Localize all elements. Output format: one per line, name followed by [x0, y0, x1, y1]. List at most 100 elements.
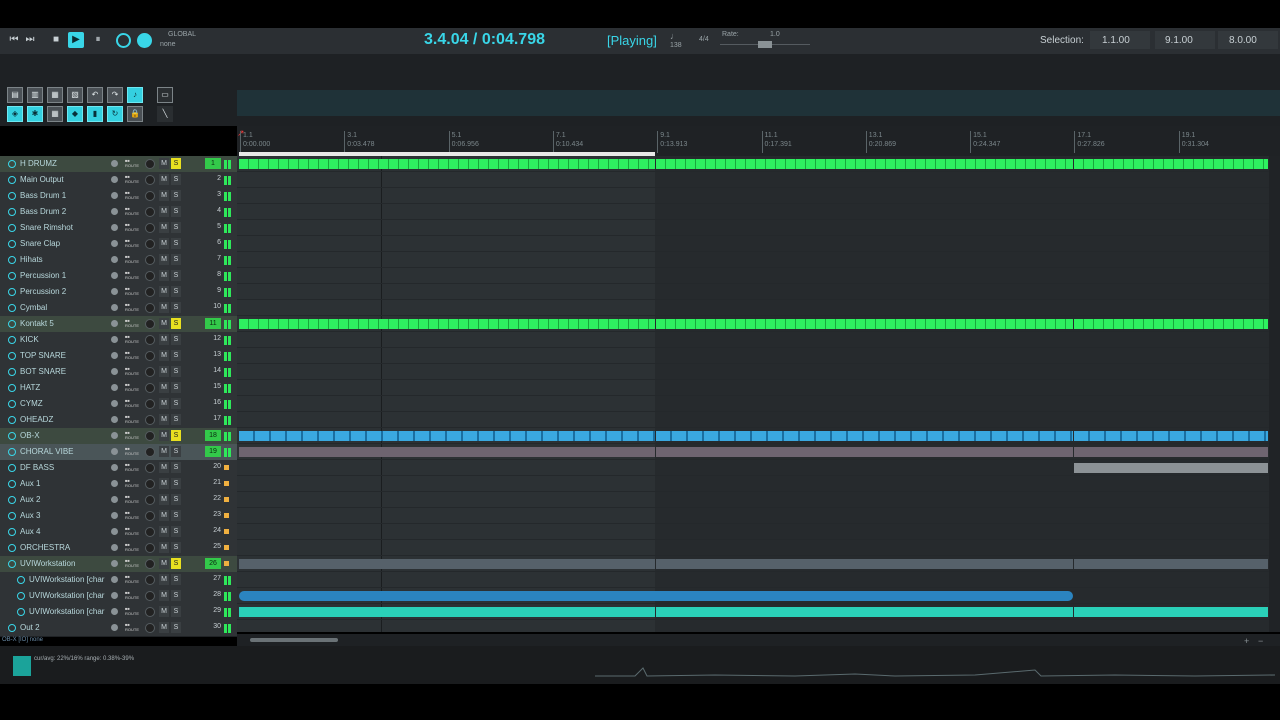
- mute-button[interactable]: M: [159, 222, 169, 233]
- volume-knob[interactable]: [111, 592, 118, 599]
- solo-button[interactable]: S: [171, 270, 181, 281]
- track-lane[interactable]: [237, 348, 1269, 364]
- ruler-marker[interactable]: 7.1 0:10.434: [552, 131, 583, 153]
- route-button[interactable]: ■■ ROUTE: [125, 542, 139, 554]
- media-item[interactable]: [239, 447, 655, 457]
- route-button[interactable]: ■■ ROUTE: [125, 174, 139, 186]
- record-arm-icon[interactable]: [145, 463, 155, 473]
- solo-button[interactable]: S: [171, 318, 181, 329]
- track-power-icon[interactable]: [17, 592, 25, 600]
- route-button[interactable]: ■■ ROUTE: [125, 350, 139, 362]
- route-button[interactable]: ■■ ROUTE: [125, 462, 139, 474]
- route-button[interactable]: ■■ ROUTE: [125, 286, 139, 298]
- track-name[interactable]: OHEADZ: [20, 415, 108, 424]
- lock-icon[interactable]: 🔒: [127, 106, 143, 122]
- mute-button[interactable]: M: [159, 334, 169, 345]
- track-power-icon[interactable]: [8, 192, 16, 200]
- record-arm-icon[interactable]: [145, 335, 155, 345]
- solo-button[interactable]: S: [171, 462, 181, 473]
- track-row[interactable]: Main Output ■■ ROUTE M S 2: [0, 172, 237, 189]
- route-button[interactable]: ■■ ROUTE: [125, 190, 139, 202]
- global-value[interactable]: none: [160, 41, 176, 48]
- undo-icon[interactable]: ↶: [87, 87, 103, 103]
- snap-icon[interactable]: ◈: [7, 106, 23, 122]
- track-row[interactable]: Snare Clap ■■ ROUTE M S 6: [0, 236, 237, 253]
- track-row[interactable]: Bass Drum 1 ■■ ROUTE M S 3: [0, 188, 237, 205]
- volume-knob[interactable]: [111, 192, 118, 199]
- volume-knob[interactable]: [111, 496, 118, 503]
- bpm-value[interactable]: 138: [670, 42, 682, 49]
- track-name[interactable]: UVIWorkstation: [20, 559, 108, 568]
- track-name[interactable]: Aux 1: [20, 479, 108, 488]
- open-project-icon[interactable]: ▥: [27, 87, 43, 103]
- track-power-icon[interactable]: [8, 160, 16, 168]
- mute-button[interactable]: M: [159, 478, 169, 489]
- save-icon[interactable]: ▦: [47, 87, 63, 103]
- track-name[interactable]: ORCHESTRA: [20, 543, 108, 552]
- volume-knob[interactable]: [111, 304, 118, 311]
- track-row[interactable]: UVIWorkstation [char ■■ ROUTE M S 28: [0, 588, 237, 605]
- track-power-icon[interactable]: [8, 544, 16, 552]
- media-item[interactable]: [656, 447, 1073, 457]
- mute-button[interactable]: M: [159, 494, 169, 505]
- track-power-icon[interactable]: [8, 352, 16, 360]
- ruler-marker[interactable]: 11.1 0:17.391: [761, 131, 792, 153]
- ripple-edit-icon[interactable]: ✱: [27, 106, 43, 122]
- track-row[interactable]: Aux 2 ■■ ROUTE M S 22: [0, 492, 237, 509]
- mute-button[interactable]: M: [159, 542, 169, 553]
- media-item[interactable]: [239, 159, 655, 169]
- track-name[interactable]: OB-X: [20, 431, 108, 440]
- route-button[interactable]: ■■ ROUTE: [125, 510, 139, 522]
- track-row[interactable]: Cymbal ■■ ROUTE M S 10: [0, 300, 237, 317]
- track-name[interactable]: KICK: [20, 335, 108, 344]
- track-power-icon[interactable]: [8, 432, 16, 440]
- route-button[interactable]: ■■ ROUTE: [125, 590, 139, 602]
- volume-knob[interactable]: [111, 160, 118, 167]
- track-name[interactable]: Bass Drum 2: [20, 207, 108, 216]
- solo-button[interactable]: S: [171, 478, 181, 489]
- record-arm-icon[interactable]: [145, 575, 155, 585]
- route-button[interactable]: ■■ ROUTE: [125, 158, 139, 170]
- track-lane[interactable]: [237, 332, 1269, 348]
- record-arm-icon[interactable]: [145, 591, 155, 601]
- media-item[interactable]: [1074, 159, 1268, 169]
- track-power-icon[interactable]: [8, 224, 16, 232]
- ruler-marker[interactable]: 5.1 0:06.956: [448, 131, 479, 153]
- solo-button[interactable]: S: [171, 350, 181, 361]
- ruler-marker[interactable]: 15.1 0:24.347: [970, 131, 1000, 153]
- track-power-icon[interactable]: [8, 272, 16, 280]
- track-name[interactable]: Hihats: [20, 255, 108, 264]
- volume-knob[interactable]: [111, 544, 118, 551]
- solo-button[interactable]: S: [171, 334, 181, 345]
- volume-knob[interactable]: [111, 400, 118, 407]
- track-lane[interactable]: [237, 204, 1269, 220]
- volume-knob[interactable]: [111, 448, 118, 455]
- vertical-scrollbar[interactable]: [1269, 156, 1280, 632]
- solo-button[interactable]: S: [171, 446, 181, 457]
- media-item[interactable]: [656, 559, 1073, 569]
- mute-button[interactable]: M: [159, 270, 169, 281]
- track-row[interactable]: Out 2 ■■ ROUTE M S 30: [0, 620, 237, 637]
- media-item[interactable]: [656, 319, 1073, 329]
- track-row[interactable]: HATZ ■■ ROUTE M S 15: [0, 380, 237, 397]
- route-button[interactable]: ■■ ROUTE: [125, 494, 139, 506]
- track-lane[interactable]: [237, 300, 1269, 316]
- media-item[interactable]: [656, 607, 1073, 617]
- media-item[interactable]: [1074, 319, 1268, 329]
- track-lane[interactable]: [237, 284, 1269, 300]
- track-power-icon[interactable]: [8, 368, 16, 376]
- route-button[interactable]: ■■ ROUTE: [125, 606, 139, 618]
- solo-button[interactable]: S: [171, 254, 181, 265]
- track-name[interactable]: UVIWorkstation [char: [29, 591, 108, 600]
- track-power-icon[interactable]: [8, 288, 16, 296]
- record-arm-icon[interactable]: [145, 415, 155, 425]
- zoom-in-icon[interactable]: +: [1244, 636, 1249, 646]
- record-arm-icon[interactable]: [145, 543, 155, 553]
- track-name[interactable]: CYMZ: [20, 399, 108, 408]
- record-arm-icon[interactable]: [145, 319, 155, 329]
- track-name[interactable]: Aux 3: [20, 511, 108, 520]
- track-name[interactable]: CHORAL VIBE: [20, 447, 108, 456]
- route-button[interactable]: ■■ ROUTE: [125, 206, 139, 218]
- route-button[interactable]: ■■ ROUTE: [125, 318, 139, 330]
- track-row[interactable]: Aux 3 ■■ ROUTE M S 23: [0, 508, 237, 525]
